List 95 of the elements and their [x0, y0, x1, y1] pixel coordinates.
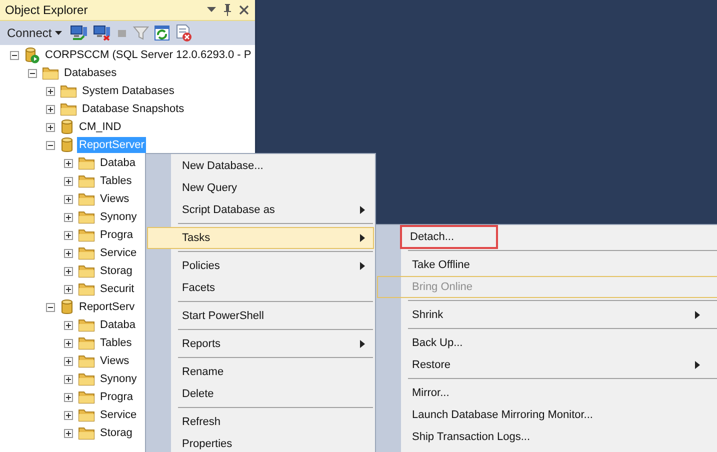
database-icon	[60, 119, 74, 135]
expand-icon[interactable]	[64, 356, 73, 366]
dropdown-icon[interactable]	[207, 7, 216, 13]
expand-icon[interactable]	[64, 158, 73, 168]
menu-item[interactable]: Tasks	[147, 227, 374, 249]
menu-item[interactable]: Mirror...	[377, 382, 717, 404]
document-stop-icon[interactable]	[174, 24, 193, 42]
expand-icon[interactable]	[64, 374, 73, 384]
menu-item[interactable]: New Query	[147, 177, 374, 199]
tree-item[interactable]: Service	[98, 245, 139, 261]
expand-icon[interactable]	[64, 266, 73, 276]
tree-item[interactable]: Views	[98, 191, 132, 207]
database-server-icon	[24, 46, 40, 64]
folder-icon	[78, 228, 95, 242]
folder-icon	[78, 336, 95, 350]
tree-item[interactable]: CORPSCCM (SQL Server 12.0.6293.0 - P	[43, 47, 254, 63]
tree-item[interactable]: Databases	[62, 65, 119, 81]
tree-item[interactable]: Database Snapshots	[80, 101, 186, 117]
expand-icon[interactable]	[64, 338, 73, 348]
panel-title: Object Explorer	[5, 3, 89, 17]
folder-icon	[78, 174, 95, 188]
tree-item[interactable]: Progra	[98, 389, 136, 405]
connect-button[interactable]: Connect	[4, 24, 65, 42]
refresh-icon[interactable]	[154, 25, 170, 41]
folder-icon	[78, 372, 95, 386]
expand-icon[interactable]	[64, 284, 73, 294]
collapse-icon[interactable]	[46, 302, 55, 312]
tree-item[interactable]: Securit	[98, 281, 136, 297]
menu-item[interactable]: Launch Database Mirroring Monitor...	[377, 404, 717, 426]
folder-icon	[78, 390, 95, 404]
menu-item[interactable]: Script Database as	[147, 199, 374, 221]
pin-icon[interactable]	[223, 4, 232, 16]
menu-item[interactable]: Back Up...	[377, 332, 717, 354]
computer-cross-icon[interactable]	[92, 25, 111, 41]
collapse-icon[interactable]	[28, 68, 37, 78]
menu-item[interactable]: Refresh	[147, 411, 374, 433]
menu-item[interactable]: Facets	[147, 277, 374, 299]
expand-icon[interactable]	[46, 122, 55, 132]
menu-item[interactable]: Shrink	[377, 304, 717, 326]
tree-item[interactable]: Service	[98, 407, 139, 423]
expand-icon[interactable]	[46, 104, 55, 114]
tree-item[interactable]: ReportServ	[77, 299, 137, 315]
expand-icon[interactable]	[64, 410, 73, 420]
tree-item[interactable]: CM_IND	[77, 119, 124, 135]
folder-icon	[60, 102, 77, 116]
menu-item[interactable]: New Database...	[147, 155, 374, 177]
folder-icon	[78, 318, 95, 332]
tree-item[interactable]: Storag	[98, 425, 134, 441]
folder-icon	[78, 282, 95, 296]
folder-icon	[78, 426, 95, 440]
folder-icon	[78, 156, 95, 170]
menu-item[interactable]: Ship Transaction Logs...	[377, 426, 717, 448]
tree-item[interactable]: Tables	[98, 335, 134, 351]
database-icon	[60, 299, 74, 315]
menu-item[interactable]: Policies	[147, 255, 374, 277]
menu-item[interactable]: Start PowerShell	[147, 305, 374, 327]
expand-icon[interactable]	[64, 230, 73, 240]
folder-icon	[78, 408, 95, 422]
expand-icon[interactable]	[64, 320, 73, 330]
folder-icon	[78, 210, 95, 224]
computer-plug-icon[interactable]	[70, 25, 88, 41]
tree-item[interactable]: Tables	[98, 173, 134, 189]
expand-icon[interactable]	[64, 212, 73, 222]
collapse-icon[interactable]	[46, 140, 55, 150]
tree-item[interactable]: Views	[98, 353, 132, 369]
menu-item[interactable]: Take Offline	[377, 254, 717, 276]
folder-icon	[78, 192, 95, 206]
menu-item[interactable]: Restore	[377, 354, 717, 376]
tree-item[interactable]: Synony	[98, 209, 139, 225]
expand-icon[interactable]	[64, 176, 73, 186]
folder-icon	[78, 354, 95, 368]
menu-item[interactable]: Reports	[147, 333, 374, 355]
tree-item[interactable]: Synony	[98, 371, 139, 387]
expand-icon[interactable]	[64, 392, 73, 402]
expand-icon[interactable]	[64, 194, 73, 204]
database-icon	[60, 137, 74, 153]
expand-icon[interactable]	[64, 248, 73, 258]
tree-item[interactable]: System Databases	[80, 83, 176, 99]
caret-icon	[54, 31, 62, 35]
tree-item[interactable]: Storag	[98, 263, 134, 279]
tree-item[interactable]: Databa	[98, 155, 138, 171]
expand-icon[interactable]	[46, 86, 55, 96]
tree-item[interactable]: Databa	[98, 317, 138, 333]
folder-icon	[78, 246, 95, 260]
expand-icon[interactable]	[64, 428, 73, 438]
menu-item[interactable]: Properties	[147, 433, 374, 452]
folder-icon	[78, 264, 95, 278]
tree-item[interactable]: Progra	[98, 227, 136, 243]
folder-icon	[60, 84, 77, 98]
menu-item[interactable]: Delete	[147, 383, 374, 405]
menu-item[interactable]: Detach...	[377, 226, 717, 248]
folder-icon	[42, 66, 59, 80]
close-icon[interactable]	[239, 5, 249, 15]
menu-item[interactable]: Rename	[147, 361, 374, 383]
collapse-icon[interactable]	[10, 50, 19, 60]
